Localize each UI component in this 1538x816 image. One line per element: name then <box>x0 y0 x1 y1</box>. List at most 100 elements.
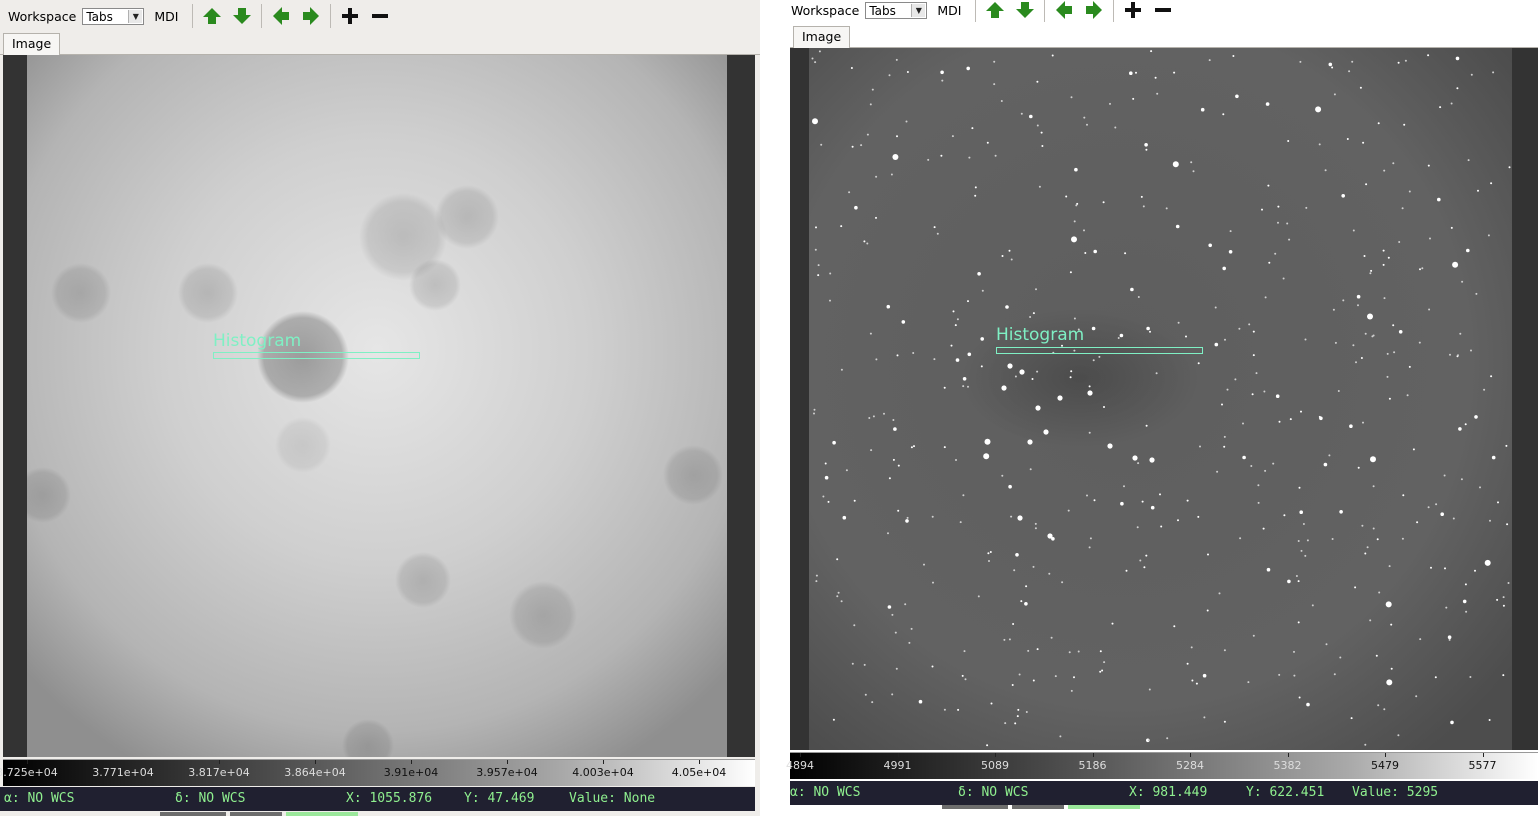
star <box>1145 148 1148 151</box>
star <box>1467 159 1470 162</box>
zoom-out-icon[interactable] <box>1150 0 1176 23</box>
star <box>1386 679 1393 686</box>
star <box>1506 523 1509 526</box>
colorbar[interactable]: 4894499150895186528453825479557756745772… <box>786 752 1538 779</box>
star <box>1147 739 1150 742</box>
star <box>989 551 992 553</box>
star <box>840 368 843 371</box>
star <box>1295 575 1298 577</box>
arrow-down-icon[interactable] <box>229 3 255 29</box>
star <box>1474 569 1476 572</box>
bottom-tab[interactable] <box>1012 805 1064 809</box>
star <box>1102 201 1105 204</box>
star <box>1008 249 1011 252</box>
histogram-region[interactable] <box>213 352 420 359</box>
zoom-in-icon[interactable] <box>1120 0 1146 23</box>
star <box>1197 515 1200 518</box>
colorbar-tick <box>315 760 316 764</box>
star <box>1214 342 1219 347</box>
star <box>1159 493 1161 496</box>
star <box>1252 634 1255 637</box>
image-canvas[interactable]: Histogram <box>790 48 1538 750</box>
star <box>1427 506 1430 509</box>
star <box>908 641 911 644</box>
tab-image[interactable]: Image <box>3 33 61 55</box>
histogram-region[interactable] <box>996 347 1203 354</box>
bottom-tab[interactable] <box>942 805 1008 809</box>
star <box>1360 357 1363 359</box>
star <box>1017 515 1023 521</box>
star <box>1387 256 1390 259</box>
arrow-up-icon[interactable] <box>199 3 225 29</box>
star <box>1299 510 1303 514</box>
zoom-out-icon[interactable] <box>367 3 393 29</box>
toolbar-separator <box>1113 0 1115 22</box>
star <box>1444 567 1446 570</box>
star <box>1392 324 1395 327</box>
star <box>1287 579 1291 584</box>
tab-image[interactable]: Image <box>793 26 851 48</box>
arrow-up-icon[interactable] <box>982 0 1008 23</box>
pixel-value: Value: None <box>569 791 656 806</box>
arrow-left-icon[interactable] <box>268 3 294 29</box>
star <box>1221 403 1223 406</box>
star <box>813 408 816 411</box>
workspace-combo[interactable]: Tabs ▼ <box>82 7 145 25</box>
bottom-tab-active[interactable] <box>286 812 358 816</box>
arrow-left-icon[interactable] <box>1051 0 1077 23</box>
star <box>931 515 934 518</box>
star <box>943 446 946 449</box>
star <box>963 650 966 653</box>
star <box>1382 263 1385 266</box>
histogram-label: Histogram <box>213 331 302 351</box>
star <box>1364 552 1367 555</box>
star <box>1024 602 1028 606</box>
star <box>890 173 893 176</box>
star <box>1057 395 1063 401</box>
colorbar[interactable]: 3.725e+04 3.771e+04 3.817e+04 3.864e+04 3.91… <box>0 759 755 786</box>
star <box>1470 349 1472 352</box>
workspace-combo[interactable]: Tabs ▼ <box>865 1 928 19</box>
colorbar-tick-label: 5382 <box>1273 759 1302 772</box>
star <box>1208 243 1212 248</box>
bottom-tab[interactable] <box>230 812 282 816</box>
star <box>971 127 974 130</box>
arrow-right-icon[interactable] <box>1081 0 1107 23</box>
star <box>1434 676 1437 679</box>
star <box>1069 376 1072 379</box>
star <box>927 158 930 161</box>
star <box>1070 96 1073 99</box>
star <box>1018 673 1021 676</box>
star <box>1319 416 1323 421</box>
star <box>1502 674 1505 677</box>
star <box>1166 737 1169 740</box>
star <box>1144 143 1148 147</box>
star <box>1226 388 1229 391</box>
star <box>1297 580 1300 583</box>
star <box>1186 499 1189 502</box>
dropdown-arrow-icon[interactable]: ▼ <box>911 3 926 17</box>
star <box>891 693 894 696</box>
colorbar-tick <box>1287 753 1289 757</box>
star <box>871 88 874 91</box>
dropdown-arrow-icon[interactable]: ▼ <box>128 9 143 23</box>
star <box>1489 519 1491 522</box>
star <box>1398 330 1403 334</box>
star <box>1242 422 1244 425</box>
star <box>1011 684 1014 686</box>
zoom-in-icon[interactable] <box>337 3 363 29</box>
arrow-down-icon[interactable] <box>1012 0 1038 23</box>
colorbar-tick-label: 3.771e+04 <box>92 766 154 779</box>
bottom-tab-active[interactable] <box>1068 805 1140 809</box>
image-canvas[interactable]: Histogram <box>3 55 755 757</box>
star <box>1462 599 1467 604</box>
star <box>1429 237 1431 240</box>
star <box>1287 140 1290 142</box>
star <box>1306 702 1310 707</box>
star <box>981 289 984 292</box>
star <box>1356 294 1361 299</box>
arrow-right-icon[interactable] <box>298 3 324 29</box>
bottom-tab[interactable] <box>160 812 226 816</box>
star <box>1377 122 1380 125</box>
star <box>1117 337 1120 339</box>
